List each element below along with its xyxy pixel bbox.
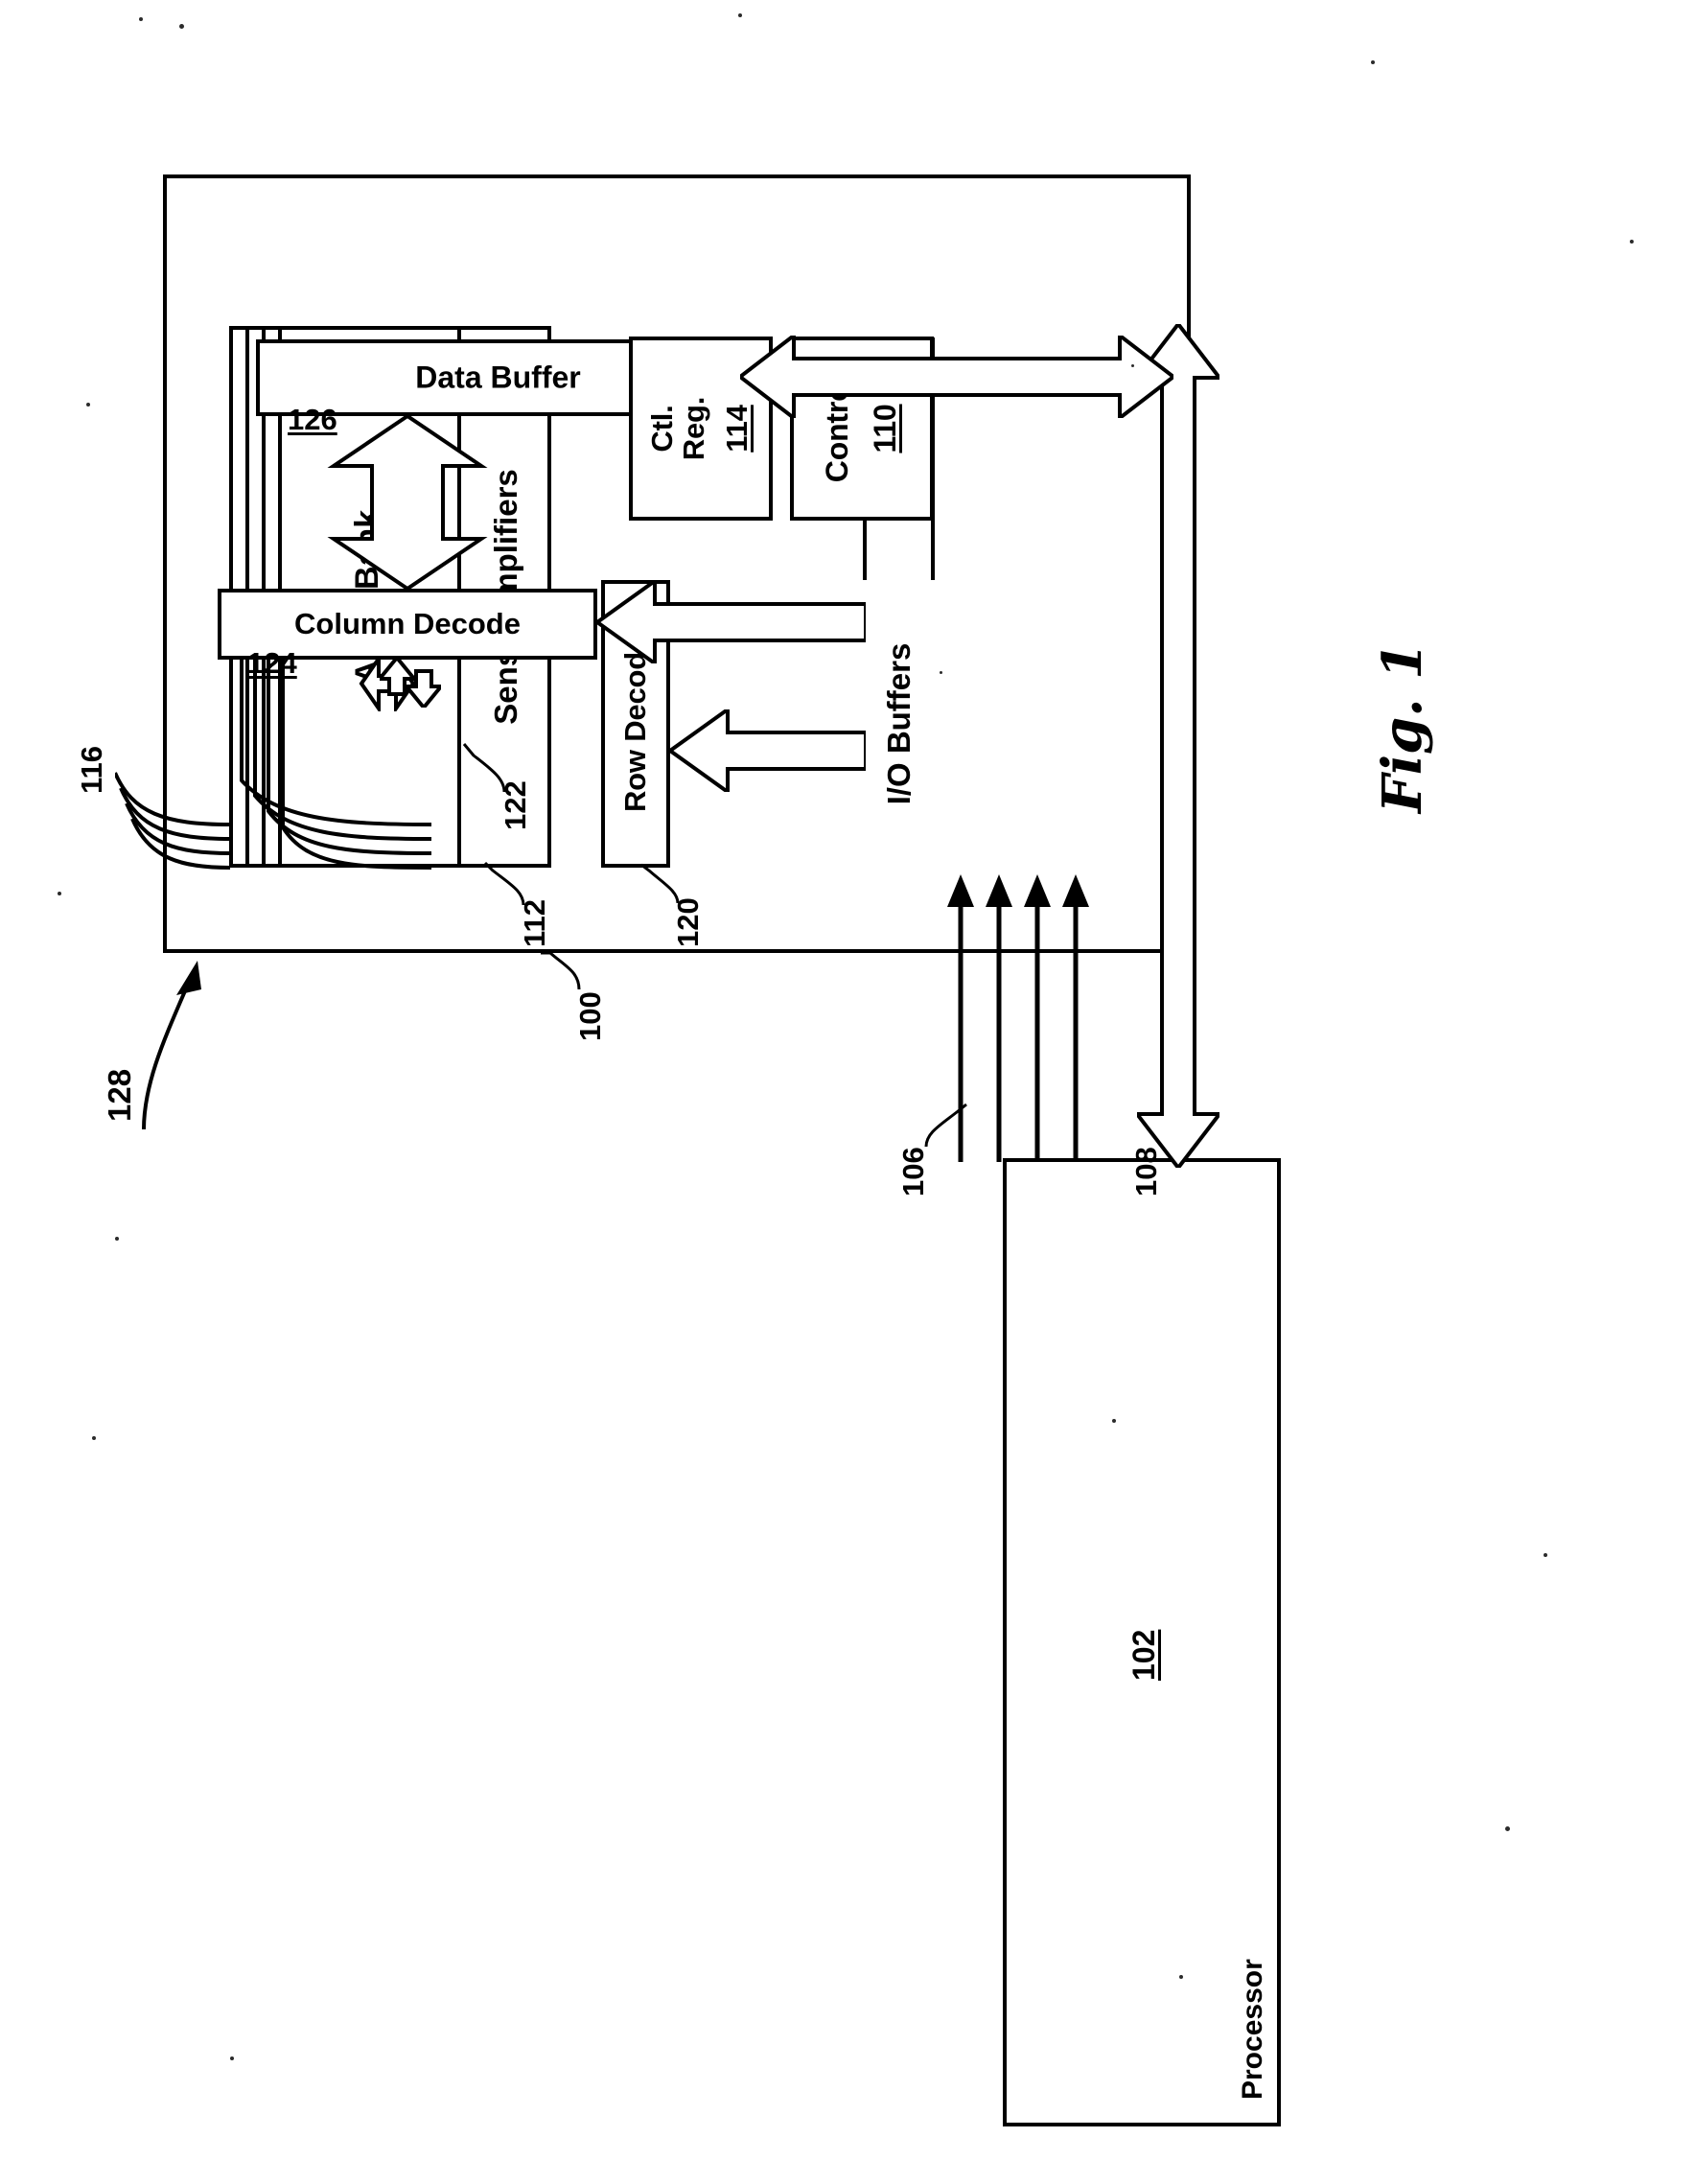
row-decode-ref-leader — [640, 863, 680, 904]
scan-speck — [230, 2056, 234, 2060]
scan-speck — [1630, 240, 1634, 244]
bank-bus-curves-above-116 — [115, 772, 230, 870]
array-bank-ref-leader — [483, 861, 525, 906]
data-bus-arrow-108 — [1137, 324, 1219, 1168]
scan-speck — [86, 403, 90, 407]
scan-speck — [738, 13, 742, 17]
scan-speck — [940, 671, 942, 674]
figure-caption: Fig. 1 — [1371, 641, 1434, 813]
device-ref-100: 100 — [573, 991, 607, 1041]
system-ref-arrow — [142, 961, 201, 1130]
io-to-row-decode-arrow — [670, 709, 866, 792]
scan-speck — [139, 17, 143, 21]
scan-speck — [58, 892, 61, 895]
processor-title: Processor — [1237, 1959, 1268, 2100]
column-decode-data-buffer-bus-arrow — [327, 416, 488, 589]
scan-speck — [1544, 1553, 1547, 1557]
sense-amp-ref-leader — [462, 743, 506, 793]
control-bus-ref-106: 106 — [896, 1147, 930, 1197]
data-buffer-label: Data Buffer — [415, 360, 581, 395]
scan-speck — [1112, 1419, 1116, 1423]
io-to-column-decode-arrow — [597, 581, 866, 663]
system-ref-128: 128 — [102, 1068, 137, 1122]
ctl-reg-label-line1: Ctl. — [645, 405, 680, 453]
data-bus-ref-108: 108 — [1129, 1147, 1163, 1197]
scan-speck — [179, 24, 184, 29]
ctl-reg-label-line2: Reg. — [676, 396, 710, 461]
patent-figure-canvas: Processor 102 100 Array Bank Sense Ampli… — [0, 0, 1695, 2184]
processor-ref-102: 102 — [1126, 1629, 1161, 1681]
column-decode-label: Column Decode — [294, 607, 521, 640]
scan-speck — [115, 1237, 119, 1241]
data-buffer-ref-126: 126 — [288, 403, 337, 436]
scan-speck — [92, 1436, 96, 1440]
data-buffer-feed-arrow — [740, 336, 1173, 418]
column-decode-ref-124: 124 — [247, 646, 297, 680]
scan-speck — [1371, 60, 1375, 64]
control-bus-ref-leader — [924, 1103, 967, 1148]
scan-speck — [1131, 364, 1134, 367]
scan-speck — [1179, 1975, 1183, 1979]
sense-to-column-connector — [380, 658, 441, 708]
io-buffers-label-wrap: I/O Buffers — [863, 580, 935, 868]
io-buffers-label-text: I/O Buffers — [880, 642, 917, 805]
bank-bus-ref-116: 116 — [75, 745, 108, 794]
scan-speck — [1505, 1826, 1510, 1831]
